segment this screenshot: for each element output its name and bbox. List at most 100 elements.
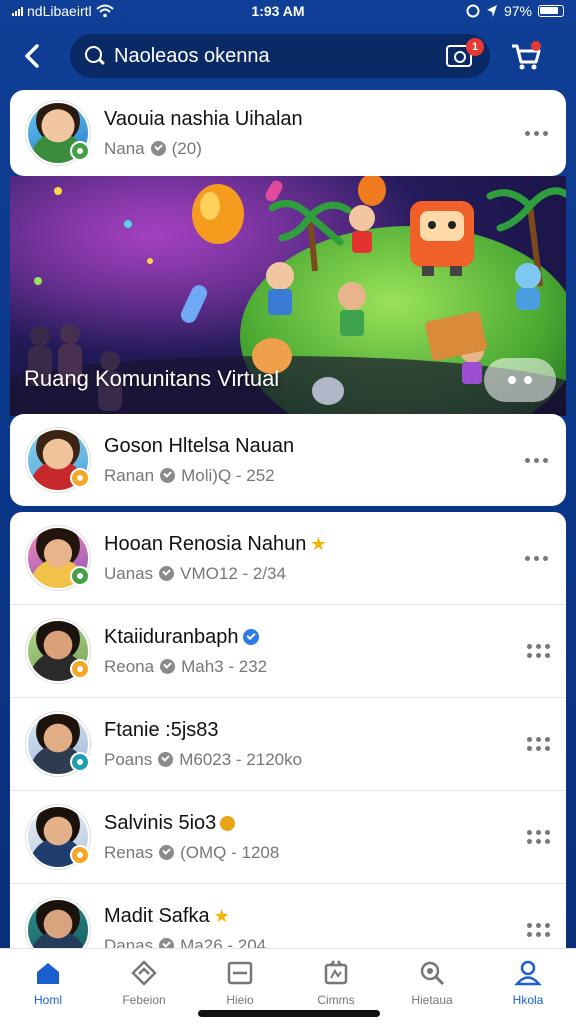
verified-icon (150, 141, 166, 156)
banner-more-button[interactable] (484, 358, 556, 402)
user-meta-label: Renas (104, 842, 154, 862)
avatar[interactable] (26, 898, 90, 952)
nav-label: Hieio (226, 993, 254, 1007)
app-screen: ndLibaeirtl 1:93 AM 97% Naoleaos okenna … (0, 0, 576, 1024)
user-meta-detail: Moli)Q - 252 (181, 465, 275, 485)
cart-icon (512, 41, 541, 70)
avatar[interactable] (26, 101, 90, 165)
nav-label: Hietaua (411, 993, 453, 1007)
user-info: Goson Hltelsa Nauan Ranan Moli)Q - 252 (104, 435, 522, 486)
status-badge-icon (70, 566, 90, 586)
avatar[interactable] (26, 619, 90, 683)
signal-icon (12, 6, 23, 16)
banner-title: Ruang Komunitans Virtual (24, 366, 280, 391)
user-name-text: Madit Safka (104, 904, 210, 927)
user-meta: Uanas VMO12 - 2/34 (104, 564, 522, 584)
avatar[interactable] (26, 428, 90, 492)
user-meta-detail: M6023 - 2120ko (179, 749, 303, 769)
user-meta-count: (20) (171, 138, 202, 158)
user-meta-label: Poans (104, 749, 153, 769)
online-badge-icon (70, 141, 90, 161)
user-meta-detail: Mah3 - 232 (181, 656, 268, 676)
more-options-icon[interactable] (522, 130, 550, 136)
verified-blue-icon (242, 629, 259, 645)
nav-feed[interactable]: Febeion (96, 949, 192, 1024)
user-meta: Renas (OMQ - 1208 (104, 843, 526, 863)
more-options-grid-icon[interactable] (526, 737, 550, 751)
verified-icon (158, 752, 174, 767)
user-info: Ftanie :5js83 Poans M6023 - 2120ko (104, 719, 526, 770)
user-name: Hooan Renosia Nahun ★ (104, 533, 522, 556)
user-meta: Reona Mah3 - 232 (104, 657, 526, 677)
user-info: Madit Safka ★ Danas Ma26 - 204 (104, 905, 526, 952)
community-banner[interactable]: Ruang Komunitans Virtual (10, 176, 566, 416)
user-name: Goson Hltelsa Nauan (104, 434, 295, 457)
more-options-grid-icon[interactable] (526, 830, 550, 844)
user-list: Hooan Renosia Nahun ★ Uanas VMO12 - 2/34 K… (10, 512, 566, 952)
user-name: Ktaiiduranbaph (104, 626, 526, 649)
avatar[interactable] (26, 526, 90, 590)
alarm-icon (466, 4, 480, 18)
carrier-label: ndLibaeirtl (27, 3, 92, 19)
status-badge-icon (70, 468, 90, 488)
avatar[interactable] (26, 712, 90, 776)
nav-search[interactable]: Hietaua (384, 949, 480, 1024)
user-card-top[interactable]: Vaouia nashia Uihalan Nana (20) (10, 90, 566, 176)
nav-home[interactable]: Homl (0, 949, 96, 1024)
user-meta: Poans M6023 - 2120ko (104, 750, 526, 770)
list-item[interactable]: Ftanie :5js83 Poans M6023 - 2120ko (10, 698, 566, 791)
avatar[interactable] (26, 805, 90, 869)
battery-icon (538, 5, 564, 17)
user-meta-label: Nana (104, 138, 145, 158)
user-name: Madit Safka ★ (104, 905, 526, 928)
user-name: Salvinis 5io3 (104, 812, 526, 835)
list-item[interactable]: Madit Safka ★ Danas Ma26 - 204 (10, 884, 566, 952)
home-icon (37, 963, 59, 984)
user-name-text: Ktaiiduranbaph (104, 625, 239, 648)
star-icon: ★ (310, 533, 327, 554)
user-meta: Nana (20) (104, 139, 522, 159)
status-badge-icon (70, 659, 90, 679)
location-icon (486, 5, 497, 17)
profile-icon (514, 960, 542, 986)
user-meta-label: Ranan (104, 465, 155, 485)
nav-label: Homl (33, 993, 62, 1007)
user-name-text: Hooan Renosia Nahun (104, 532, 307, 555)
chevron-left-icon (25, 44, 39, 68)
user-meta-label: Reona (104, 656, 155, 676)
status-badge-icon (70, 752, 90, 772)
more-options-grid-icon[interactable] (526, 644, 550, 658)
user-row: Vaouia nashia Uihalan Nana (20) (10, 90, 566, 176)
status-bar: ndLibaeirtl 1:93 AM 97% (0, 0, 576, 22)
card-icon (227, 961, 253, 985)
battery-percent: 97% (503, 3, 532, 19)
nav-profile[interactable]: Hkola (480, 949, 576, 1024)
nav-label: Febeion (122, 993, 166, 1007)
list-item[interactable]: Hooan Renosia Nahun ★ Uanas VMO12 - 2/34 (10, 512, 566, 605)
more-options-icon[interactable] (522, 555, 550, 561)
cart-button[interactable] (508, 38, 544, 74)
verified-icon (160, 468, 176, 483)
verified-icon (159, 566, 175, 581)
more-options-icon[interactable] (522, 457, 550, 463)
games-icon (324, 960, 348, 985)
list-item[interactable]: Salvinis 5io3 Renas (OMQ - 1208 (10, 791, 566, 884)
search-icon (420, 961, 445, 986)
search-input[interactable]: Naoleaos okenna (114, 45, 446, 68)
star-icon: ★ (213, 905, 230, 926)
nav-label: Cimms (317, 993, 355, 1007)
home-indicator[interactable] (198, 1010, 380, 1017)
user-meta-detail: (OMQ - 1208 (180, 842, 280, 862)
search-bar[interactable]: Naoleaos okenna 1 (70, 34, 490, 78)
status-time: 1:93 AM (251, 3, 305, 19)
nav-label: Hkola (512, 993, 544, 1007)
notification-badge: 1 (466, 38, 484, 56)
user-card-featured[interactable]: Goson Hltelsa Nauan Ranan Moli)Q - 252 (10, 414, 566, 506)
back-button[interactable] (14, 38, 50, 74)
coin-icon (220, 815, 236, 831)
user-meta-label: Uanas (104, 563, 154, 583)
user-meta-detail: VMO12 - 2/34 (180, 563, 286, 583)
status-badge-icon (70, 845, 90, 865)
list-item[interactable]: Ktaiiduranbaph Reona Mah3 - 232 (10, 605, 566, 698)
more-options-grid-icon[interactable] (526, 923, 550, 937)
